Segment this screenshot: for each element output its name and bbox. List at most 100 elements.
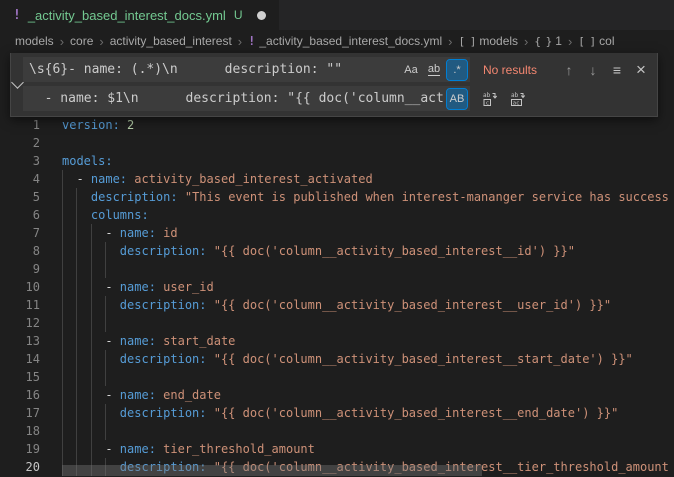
find-actions: ↑ ↓ ≡ × [557, 59, 653, 81]
line-number: 20 [0, 458, 40, 476]
indent-guide [76, 332, 77, 350]
replace-options: AB [447, 89, 470, 109]
git-status-badge: U [234, 8, 243, 22]
replace-input[interactable] [23, 91, 447, 106]
editor-line[interactable]: 16 - name: end_date [0, 386, 674, 404]
indent-guide [76, 296, 77, 314]
indent-guide [91, 296, 92, 314]
editor-line[interactable]: 3models: [0, 152, 674, 170]
line-number: 16 [0, 386, 40, 404]
replace-all-button[interactable]: ab ac [506, 88, 530, 110]
breadcrumb-label: _activity_based_interest_docs.yml [259, 34, 442, 48]
next-match-button[interactable]: ↓ [581, 59, 605, 81]
line-number: 7 [0, 224, 40, 242]
line-code: - name: start_date [62, 332, 674, 350]
chevron-right-icon: › [448, 34, 452, 49]
horizontal-scrollbar[interactable] [62, 465, 482, 476]
line-number: 5 [0, 188, 40, 206]
breadcrumb-item-activity_based_interest[interactable]: activity_based_interest [110, 34, 232, 48]
unsaved-dot-icon[interactable] [257, 11, 266, 20]
editor-line[interactable]: 14 description: "{{ doc('column__activit… [0, 350, 674, 368]
indent-guide [91, 350, 92, 368]
indent-guide [91, 422, 92, 440]
line-code: - name: activity_based_interest_activate… [62, 170, 674, 188]
breadcrumb-item-models[interactable]: [ ]models [458, 34, 518, 48]
chevron-right-icon: › [568, 34, 572, 49]
editor-line[interactable]: 9 [0, 260, 674, 278]
indent-guide [91, 386, 92, 404]
find-in-selection-button[interactable]: ≡ [605, 59, 629, 81]
regex-toggle[interactable]: .* [447, 60, 467, 80]
preserve-case-icon: AB [450, 93, 465, 105]
indent-guide [91, 260, 92, 278]
indent-guide [76, 368, 77, 386]
indent-guide [62, 278, 63, 296]
find-options: Aaab.* [401, 60, 470, 80]
editor-line[interactable]: 7 - name: id [0, 224, 674, 242]
line-number: 1 [0, 116, 40, 134]
indent-guide [76, 188, 77, 206]
editor-line[interactable]: 5 description: "This event is published … [0, 188, 674, 206]
editor-line[interactable]: 19 - name: tier_threshold_amount [0, 440, 674, 458]
editor-line[interactable]: 13 - name: start_date [0, 332, 674, 350]
indent-guide [105, 368, 106, 386]
close-find-button[interactable]: × [629, 59, 653, 81]
indent-guide [105, 242, 106, 260]
svg-text:ac: ac [513, 100, 520, 106]
svg-text:ab: ab [483, 92, 491, 99]
editor-line[interactable]: 11 description: "{{ doc('column__activit… [0, 296, 674, 314]
editor-line[interactable]: 15 [0, 368, 674, 386]
line-number: 9 [0, 260, 40, 278]
previous-match-button[interactable]: ↑ [557, 59, 581, 81]
breadcrumb-label: col [599, 34, 614, 48]
editor-line[interactable]: 18 [0, 422, 674, 440]
line-code: version: 2 [62, 116, 674, 134]
preserve-case-toggle[interactable]: AB [447, 89, 467, 109]
tab-title: _activity_based_interest_docs.yml [28, 8, 226, 23]
line-code: - name: end_date [62, 386, 674, 404]
svg-text:c: c [486, 100, 489, 106]
indent-guide [62, 170, 63, 188]
editor-line[interactable]: 6 columns: [0, 206, 674, 224]
find-input[interactable] [23, 62, 401, 77]
line-code [62, 314, 674, 332]
indent-guide [62, 404, 63, 422]
line-number: 4 [0, 170, 40, 188]
indent-guide [91, 278, 92, 296]
editor-lines: 1 version: 223models:4 - name: activity_b… [0, 116, 674, 476]
editor-line[interactable]: 1 version: 2 [0, 116, 674, 134]
editor-line[interactable]: 8 description: "{{ doc('column__activity… [0, 242, 674, 260]
editor-line[interactable]: 4 - name: activity_based_interest_activa… [0, 170, 674, 188]
editor-line[interactable]: 2 [0, 134, 674, 152]
editor-line[interactable]: 10 - name: user_id [0, 278, 674, 296]
indent-guide [62, 440, 63, 458]
indent-guide [62, 422, 63, 440]
breadcrumb-item-_activity_based_interest_docs.yml[interactable]: !_activity_based_interest_docs.yml [248, 34, 442, 48]
indent-guide [76, 224, 77, 242]
breadcrumb-item-models[interactable]: models [15, 34, 54, 48]
indent-guide [105, 296, 106, 314]
code-editor[interactable]: 1 version: 223models:4 - name: activity_b… [0, 112, 674, 477]
match-case-toggle[interactable]: Aa [401, 60, 421, 80]
tab-active-file[interactable]: ! _activity_based_interest_docs.yml U [0, 0, 279, 30]
toggle-replace-button[interactable] [11, 57, 23, 111]
indent-guide [76, 260, 77, 278]
indent-guide [62, 386, 63, 404]
indent-guide [62, 368, 63, 386]
line-number: 18 [0, 422, 40, 440]
indent-guide [105, 314, 106, 332]
replace-icon: ab c [482, 91, 498, 107]
line-number: 17 [0, 404, 40, 422]
yaml-file-icon: ! [13, 8, 21, 23]
indent-guide [91, 440, 92, 458]
replace-actions: ab c ab ac [478, 88, 530, 110]
indent-guide [76, 404, 77, 422]
whole-word-toggle[interactable]: ab [424, 60, 444, 80]
editor-line[interactable]: 12 [0, 314, 674, 332]
breadcrumb-item-col[interactable]: [ ]col [578, 34, 614, 48]
breadcrumb-item-core[interactable]: core [70, 34, 93, 48]
line-number: 19 [0, 440, 40, 458]
breadcrumb-item-1[interactable]: { }1 [534, 34, 562, 48]
replace-button[interactable]: ab c [478, 88, 502, 110]
editor-line[interactable]: 17 description: "{{ doc('column__activit… [0, 404, 674, 422]
